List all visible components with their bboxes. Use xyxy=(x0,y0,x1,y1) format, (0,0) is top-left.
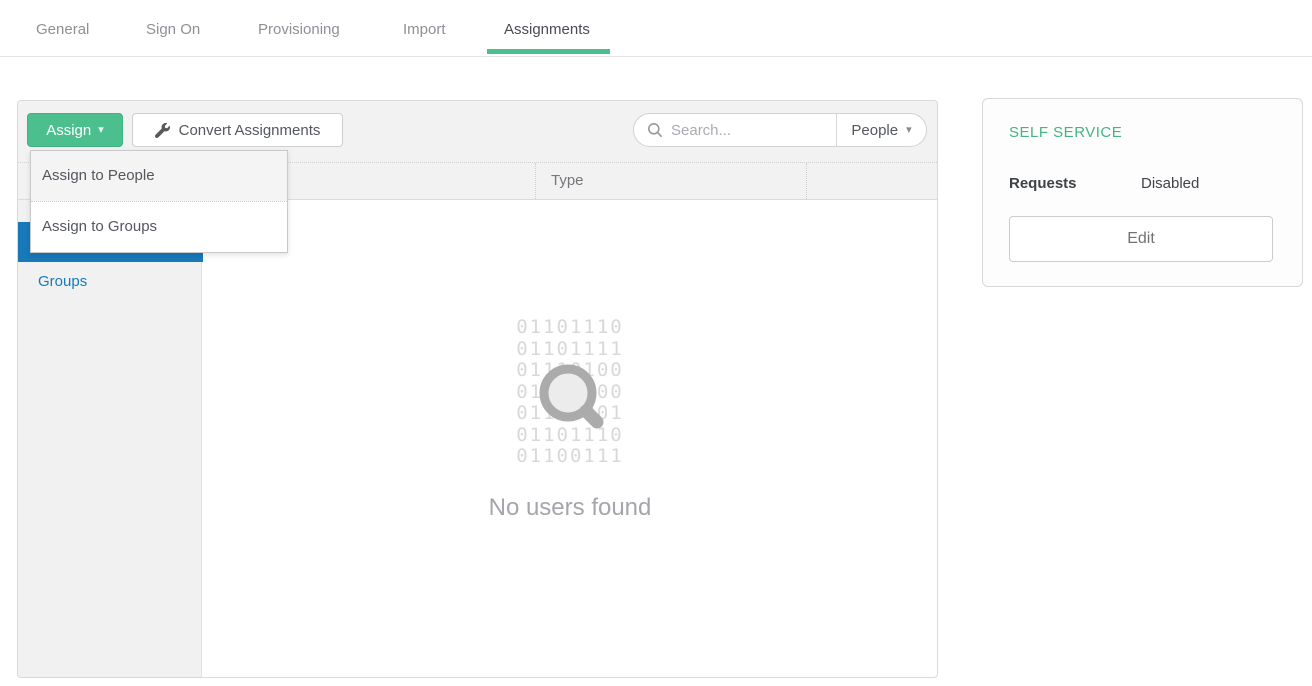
binary-line: 01101110 xyxy=(202,317,938,339)
column-divider xyxy=(806,163,807,199)
menu-item-assign-to-people[interactable]: Assign to People xyxy=(31,151,287,201)
tab-general[interactable]: General xyxy=(36,21,89,38)
binary-line: 01100111 xyxy=(202,446,938,468)
convert-assignments-button[interactable]: Convert Assignments xyxy=(132,113,343,147)
sidebar-item-groups[interactable]: Groups xyxy=(18,262,203,302)
search-input[interactable] xyxy=(671,122,821,139)
assign-button[interactable]: Assign ▾ xyxy=(27,113,123,147)
assign-button-label: Assign xyxy=(46,122,91,139)
column-divider xyxy=(535,163,536,199)
chevron-down-icon: ▾ xyxy=(906,125,912,136)
self-service-title: SELF SERVICE xyxy=(1009,124,1122,141)
magnifier-icon xyxy=(528,353,608,438)
no-users-message: No users found xyxy=(202,494,938,522)
search-scope-value: People xyxy=(851,122,898,139)
assign-dropdown-menu: Assign to People Assign to Groups xyxy=(30,150,288,253)
menu-item-assign-to-groups[interactable]: Assign to Groups xyxy=(31,202,287,252)
convert-assignments-label: Convert Assignments xyxy=(179,122,321,139)
requests-status-value: Disabled xyxy=(1141,175,1199,192)
edit-button[interactable]: Edit xyxy=(1009,216,1273,262)
tab-assignments[interactable]: Assignments xyxy=(504,21,590,38)
tab-import[interactable]: Import xyxy=(403,21,446,38)
tab-bar-divider xyxy=(0,56,1312,57)
chevron-down-icon: ▾ xyxy=(98,125,104,136)
tab-sign-on[interactable]: Sign On xyxy=(146,21,200,38)
self-service-panel: SELF SERVICE Requests Disabled Edit xyxy=(982,98,1303,287)
column-header-type: Type xyxy=(551,162,584,200)
active-tab-underline xyxy=(487,49,610,54)
search-box[interactable] xyxy=(634,114,837,146)
search-icon xyxy=(647,122,663,138)
tab-provisioning[interactable]: Provisioning xyxy=(258,21,340,38)
search-filter-group: People ▾ xyxy=(633,113,927,147)
wrench-icon xyxy=(155,123,170,138)
requests-label: Requests xyxy=(1009,175,1077,192)
search-scope-select[interactable]: People ▾ xyxy=(837,114,926,146)
